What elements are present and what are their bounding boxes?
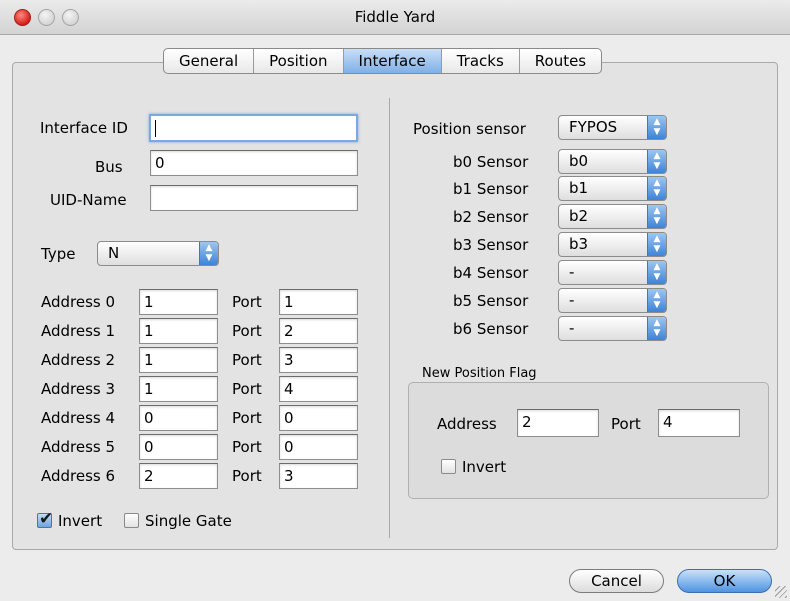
b5-sensor-select[interactable]: - ▲ ▼ [558, 288, 667, 313]
type-select[interactable]: N ▲ ▼ [97, 241, 219, 266]
interface-id-label: Interface ID [40, 119, 128, 137]
b5-sensor-value: - [569, 291, 575, 309]
updown-arrows-icon: ▲ ▼ [647, 116, 666, 139]
tab-bar: General Position Interface Tracks Routes [163, 48, 603, 74]
cancel-button[interactable]: Cancel [569, 569, 664, 593]
updown-arrows-icon: ▲ ▼ [647, 150, 666, 173]
position-sensor-value: FYPOS [569, 118, 618, 136]
address-2-label: Address 2 [41, 351, 116, 369]
invert-label: Invert [58, 512, 103, 530]
port-3-input[interactable]: 4 [279, 376, 358, 402]
flag-address-input[interactable]: 2 [517, 409, 599, 437]
flag-port-label: Port [611, 415, 641, 433]
port-2-label: Port [232, 351, 262, 369]
checkmark-icon: ✔ [39, 509, 54, 529]
b0-sensor-select[interactable]: b0 ▲ ▼ [558, 149, 667, 174]
b3-sensor-select[interactable]: b3 ▲ ▼ [558, 232, 667, 257]
port-6-label: Port [232, 467, 262, 485]
updown-arrows-icon: ▲ ▼ [647, 233, 666, 256]
bus-input[interactable]: 0 [150, 150, 358, 176]
column-divider [389, 98, 390, 538]
tab-tracks[interactable]: Tracks [442, 49, 520, 73]
address-0-label: Address 0 [41, 293, 116, 311]
b2-sensor-value: b2 [569, 207, 589, 225]
port-0-label: Port [232, 293, 262, 311]
interface-id-input[interactable] [149, 114, 358, 142]
b5-sensor-label: b5 Sensor [453, 292, 529, 310]
tab-position[interactable]: Position [254, 49, 344, 73]
address-2-input[interactable]: 1 [139, 347, 218, 373]
b3-sensor-label: b3 Sensor [453, 236, 529, 254]
b1-sensor-label: b1 Sensor [453, 180, 529, 198]
port-0-input[interactable]: 1 [279, 289, 358, 315]
b0-sensor-value: b0 [569, 152, 589, 170]
b4-sensor-value: - [569, 263, 575, 281]
position-sensor-label: Position sensor [413, 120, 526, 138]
b6-sensor-select[interactable]: - ▲ ▼ [558, 316, 667, 341]
window-title: Fiddle Yard [354, 8, 436, 26]
port-1-input[interactable]: 2 [279, 318, 358, 344]
updown-arrows-icon: ▲ ▼ [647, 177, 666, 200]
fiddle-yard-dialog: Fiddle Yard General Position Interface T… [0, 0, 790, 601]
single-gate-label: Single Gate [145, 512, 232, 530]
uid-name-input[interactable] [150, 185, 358, 211]
flag-invert-label: Invert [462, 458, 507, 476]
address-3-label: Address 3 [41, 380, 116, 398]
port-3-label: Port [232, 380, 262, 398]
type-select-value: N [108, 244, 120, 262]
address-6-label: Address 6 [41, 467, 116, 485]
address-3-input[interactable]: 1 [139, 376, 218, 402]
b4-sensor-label: b4 Sensor [453, 264, 529, 282]
position-sensor-select[interactable]: FYPOS ▲ ▼ [558, 115, 667, 140]
b2-sensor-select[interactable]: b2 ▲ ▼ [558, 204, 667, 229]
b0-sensor-label: b0 Sensor [453, 153, 529, 171]
new-position-flag-title: New Position Flag [422, 366, 537, 381]
port-6-input[interactable]: 3 [279, 463, 358, 489]
port-5-input[interactable]: 0 [279, 434, 358, 460]
port-4-label: Port [232, 409, 262, 427]
tab-general[interactable]: General [164, 49, 255, 73]
flag-port-input[interactable]: 4 [658, 409, 740, 437]
address-5-input[interactable]: 0 [139, 434, 218, 460]
uid-name-label: UID-Name [50, 191, 127, 209]
updown-arrows-icon: ▲ ▼ [647, 261, 666, 284]
text-cursor [155, 120, 156, 137]
updown-arrows-icon: ▲ ▼ [647, 205, 666, 228]
b1-sensor-value: b1 [569, 179, 589, 197]
address-6-input[interactable]: 2 [139, 463, 218, 489]
tab-interface[interactable]: Interface [343, 49, 442, 73]
address-1-input[interactable]: 1 [139, 318, 218, 344]
address-4-input[interactable]: 0 [139, 405, 218, 431]
b6-sensor-value: - [569, 319, 575, 337]
updown-arrows-icon: ▲ ▼ [199, 242, 218, 265]
new-position-flag-group [408, 382, 769, 499]
resize-grip-icon[interactable] [775, 586, 787, 598]
port-2-input[interactable]: 3 [279, 347, 358, 373]
b2-sensor-label: b2 Sensor [453, 208, 529, 226]
b1-sensor-select[interactable]: b1 ▲ ▼ [558, 176, 667, 201]
b6-sensor-label: b6 Sensor [453, 320, 529, 338]
address-4-label: Address 4 [41, 409, 116, 427]
single-gate-checkbox[interactable] [124, 513, 139, 528]
b4-sensor-select[interactable]: - ▲ ▼ [558, 260, 667, 285]
address-0-input[interactable]: 1 [139, 289, 218, 315]
tab-routes[interactable]: Routes [520, 49, 601, 73]
address-5-label: Address 5 [41, 438, 116, 456]
port-1-label: Port [232, 322, 262, 340]
b3-sensor-value: b3 [569, 235, 589, 253]
address-1-label: Address 1 [41, 322, 116, 340]
updown-arrows-icon: ▲ ▼ [647, 317, 666, 340]
type-label: Type [41, 245, 76, 263]
flag-address-label: Address [437, 415, 497, 433]
port-4-input[interactable]: 0 [279, 405, 358, 431]
port-5-label: Port [232, 438, 262, 456]
updown-arrows-icon: ▲ ▼ [647, 289, 666, 312]
flag-invert-checkbox[interactable] [441, 459, 456, 474]
bus-label: Bus [95, 158, 123, 176]
title-bar[interactable]: Fiddle Yard [0, 0, 790, 35]
invert-checkbox[interactable]: ✔ [37, 509, 53, 529]
ok-button[interactable]: OK [677, 569, 772, 593]
